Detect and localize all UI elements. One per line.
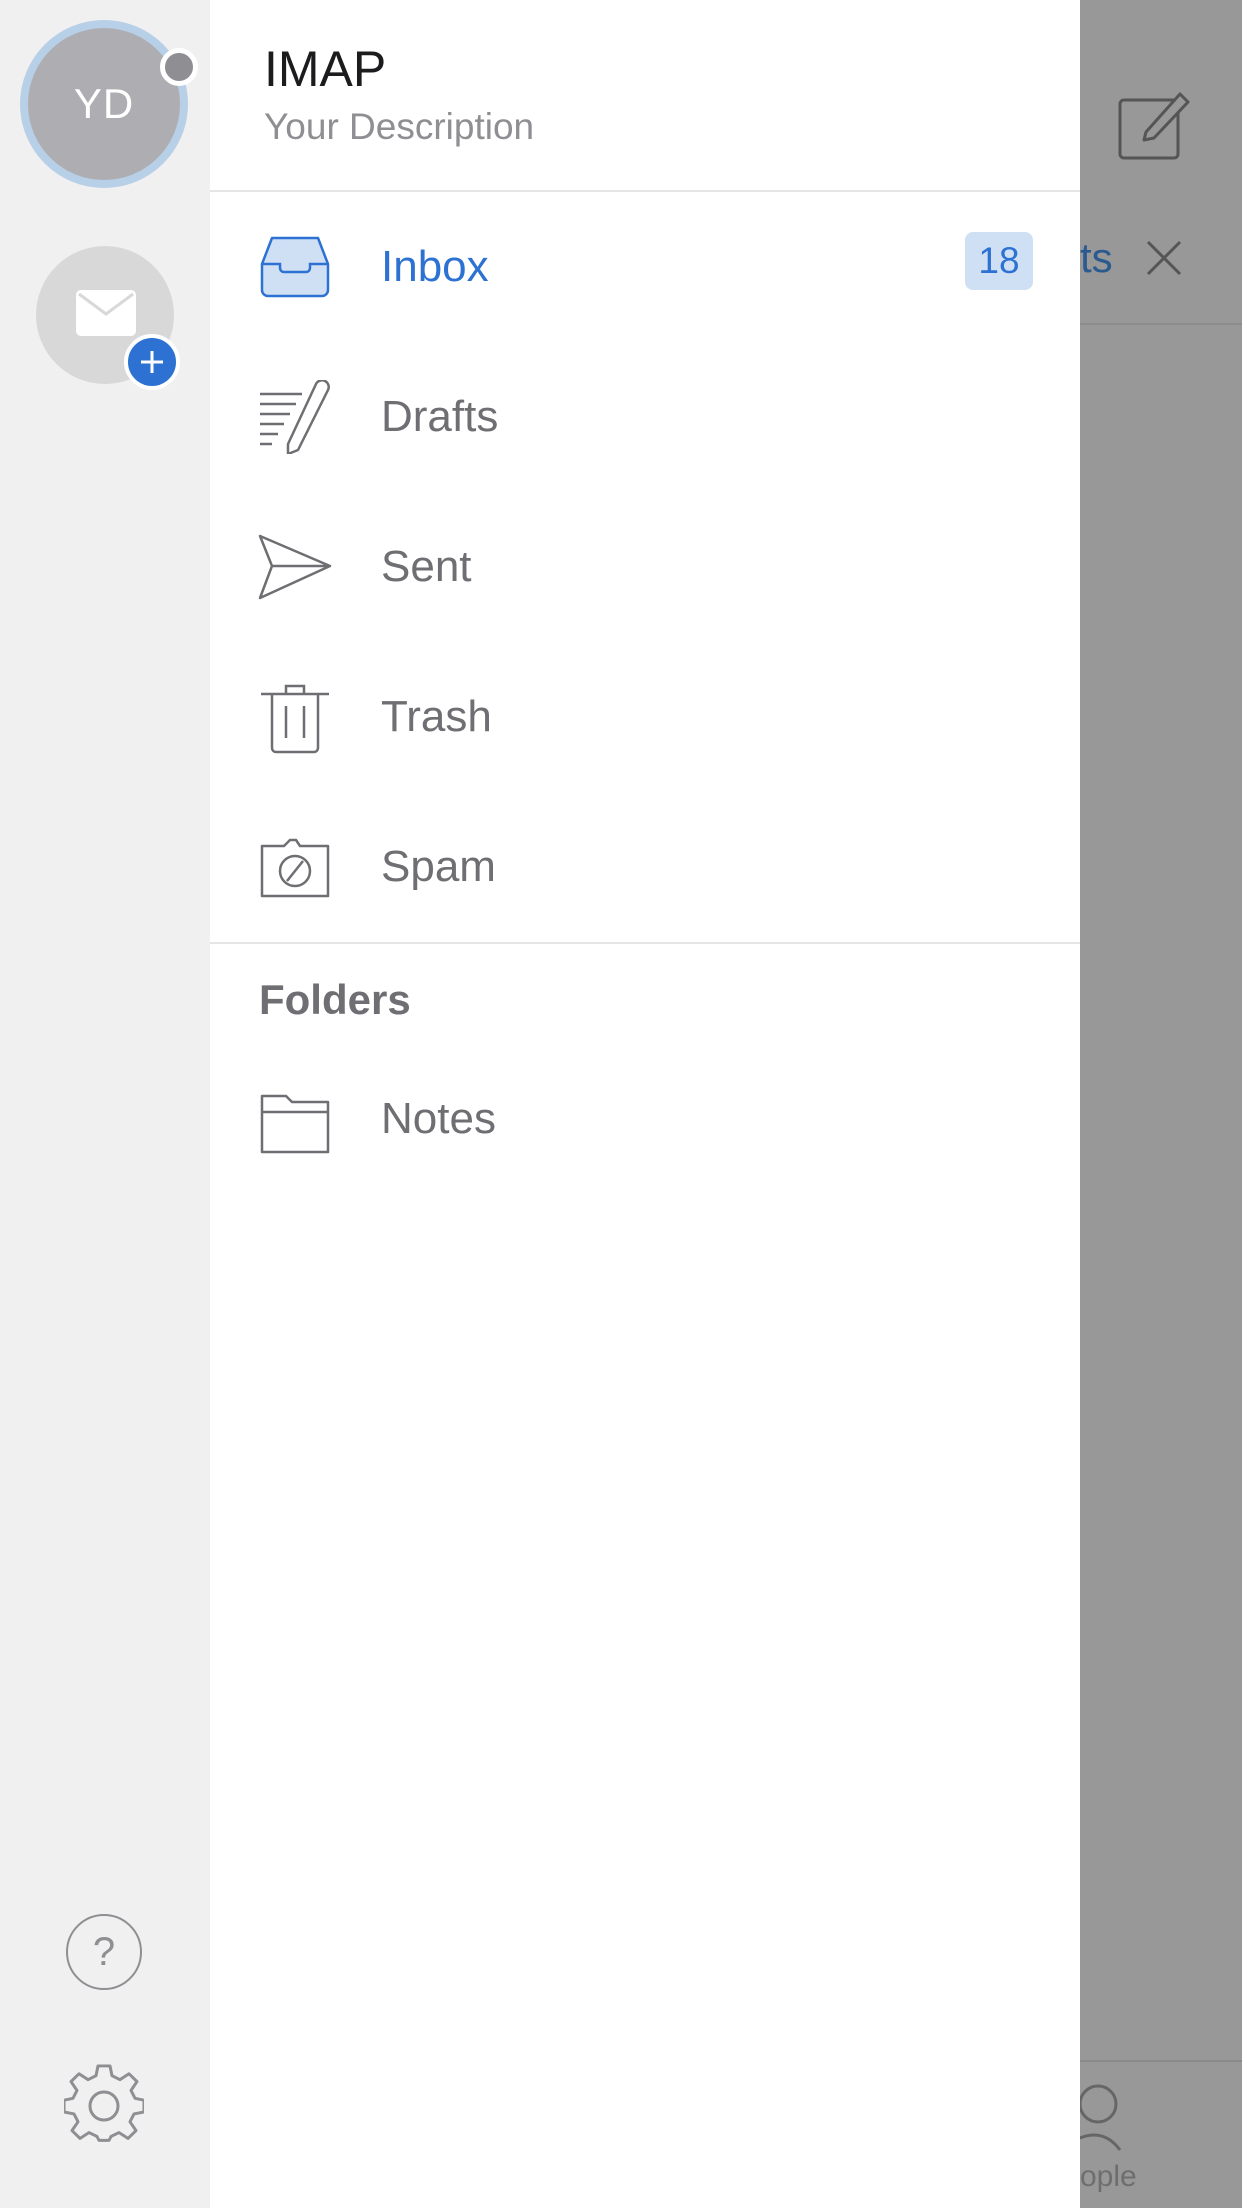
- folder-label: Drafts: [381, 392, 499, 441]
- account-description: Your Description: [264, 106, 535, 147]
- account-name: IMAP: [264, 41, 387, 97]
- inbox-icon: [260, 236, 330, 298]
- folder-spam[interactable]: Spam: [210, 792, 1080, 942]
- header-divider: [1080, 323, 1242, 325]
- folder-drawer: IMAP Your Description Inbox 18 Drafts Se…: [210, 0, 1080, 2208]
- section-divider: [210, 942, 1080, 944]
- folder-label: Inbox: [381, 242, 489, 291]
- folder-inbox[interactable]: Inbox 18: [210, 192, 1080, 342]
- trash-icon: [261, 684, 329, 754]
- spam-icon: [260, 838, 330, 898]
- folder-icon: [260, 1094, 330, 1154]
- folder-drafts[interactable]: Drafts: [210, 342, 1080, 492]
- drafts-icon: [260, 380, 330, 454]
- folder-label: Spam: [381, 842, 496, 891]
- status-badge: [160, 48, 198, 86]
- folders-section-title: Folders: [259, 976, 411, 1023]
- app-screen: ts ople YD ? IMAP Your Description Inbox…: [0, 0, 1242, 2208]
- close-icon: [1146, 240, 1182, 276]
- gear-icon[interactable]: [64, 2064, 144, 2144]
- folder-trash[interactable]: Trash: [210, 642, 1080, 792]
- account-rail: YD ?: [0, 0, 210, 2208]
- tab-people-label: ople: [1080, 2160, 1137, 2193]
- compose-icon: [1118, 92, 1190, 160]
- folder-sent[interactable]: Sent: [210, 492, 1080, 642]
- unread-count-badge: 18: [965, 232, 1033, 290]
- people-icon: [1080, 2084, 1122, 2151]
- folder-label: Notes: [381, 1094, 496, 1143]
- account-avatar[interactable]: YD: [20, 20, 198, 188]
- filter-label: ts: [1080, 234, 1113, 281]
- mail-icon: [76, 290, 136, 336]
- help-button[interactable]: ?: [66, 1914, 142, 1990]
- sent-icon: [258, 534, 332, 600]
- folder-notes[interactable]: Notes: [210, 1044, 1080, 1194]
- folder-label: Trash: [381, 692, 492, 741]
- tabbar-divider: [1080, 2060, 1242, 2062]
- account-header[interactable]: IMAP Your Description: [210, 0, 1080, 192]
- background-mail-list[interactable]: ts ople: [1080, 0, 1242, 2208]
- avatar-initials: YD: [28, 28, 180, 180]
- add-account-button[interactable]: [36, 246, 180, 390]
- plus-icon: [124, 334, 180, 390]
- folder-label: Sent: [381, 542, 472, 591]
